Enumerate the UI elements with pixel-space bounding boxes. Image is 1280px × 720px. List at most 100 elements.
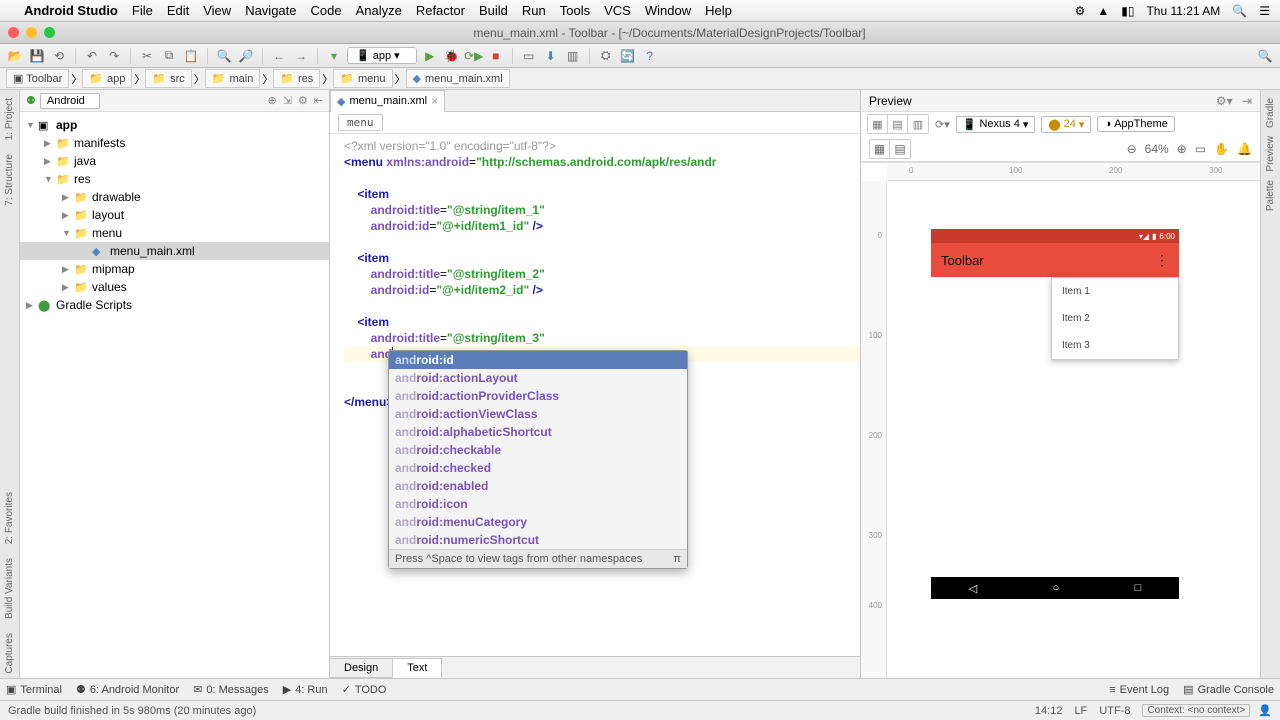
editor-mode-tab-text[interactable]: Text [392, 658, 442, 678]
zoom-window-button[interactable] [44, 27, 55, 38]
editor-tab[interactable]: ◆ menu_main.xml × [330, 90, 445, 112]
tree-node-manifests[interactable]: ▶📁 manifests [20, 134, 329, 152]
zoom-in-icon[interactable]: ⊕ [1177, 142, 1187, 156]
breadcrumb-res[interactable]: 📁 res [273, 69, 320, 88]
bottom-tool-Event Log[interactable]: ≡Event Log [1109, 684, 1169, 696]
settings-icon[interactable]: ⚙ [298, 94, 308, 107]
bottom-tool-TODO[interactable]: ✓TODO [342, 683, 387, 696]
tool-window-2: Favorites[interactable]: 2: Favorites [4, 488, 15, 548]
bottom-tool-0: Messages[interactable]: ✉0: Messages [193, 683, 269, 696]
autocomplete-item[interactable]: android:checkable [389, 441, 687, 459]
pan-icon[interactable]: ✋ [1214, 142, 1229, 156]
autocomplete-item[interactable]: android:id [389, 351, 687, 369]
blueprint-surface-icon[interactable]: ▤ [888, 115, 908, 133]
mac-menu-file[interactable]: File [132, 3, 153, 18]
close-tab-icon[interactable]: × [431, 94, 438, 108]
breadcrumb-menu[interactable]: 📁 menu [333, 69, 392, 88]
device-selector[interactable]: 📱 Nexus 4 ▾ [956, 116, 1036, 133]
api-selector[interactable]: ⬤ 24 ▾ [1041, 116, 1091, 133]
tool-window-Captures[interactable]: Captures [4, 629, 15, 678]
run-configuration-select[interactable]: 📱 app ▾ [347, 47, 417, 64]
tree-node-values[interactable]: ▶📁 values [20, 278, 329, 296]
preview-canvas[interactable]: 0100200300 0100200300400 ▾◢ ▮ 6:00 Toolb… [861, 163, 1260, 678]
save-icon[interactable]: 💾 [28, 47, 46, 65]
tree-node-Gradle Scripts[interactable]: ▶⬤ Gradle Scripts [20, 296, 329, 314]
breadcrumb-app[interactable]: 📁 app [82, 69, 132, 88]
inspection-indicator-icon[interactable]: 👤 [1258, 704, 1272, 717]
breadcrumb-Toolbar[interactable]: ▣ Toolbar [6, 69, 69, 88]
close-window-button[interactable] [8, 27, 19, 38]
code-editor[interactable]: <?xml version="1.0" encoding="utf-8"?><m… [330, 134, 860, 656]
line-separator[interactable]: LF [1074, 705, 1087, 717]
mac-menu-analyze[interactable]: Analyze [356, 3, 402, 18]
spotlight-icon[interactable]: 🔍 [1232, 4, 1247, 18]
project-tree[interactable]: ▼▣ app ▶📁 manifests ▶📁 java ▼📁 res ▶📁 dr… [20, 112, 329, 318]
paste-icon[interactable]: 📋 [182, 47, 200, 65]
tool-window-1: Project[interactable]: 1: Project [4, 94, 15, 144]
debug-icon[interactable]: 🐞 [443, 47, 461, 65]
mac-menu-edit[interactable]: Edit [167, 3, 189, 18]
tree-node-java[interactable]: ▶📁 java [20, 152, 329, 170]
wifi-icon[interactable]: ▲ [1097, 4, 1109, 18]
tree-node-mipmap[interactable]: ▶📁 mipmap [20, 260, 329, 278]
mac-menu-help[interactable]: Help [705, 3, 732, 18]
caret-position[interactable]: 14:12 [1035, 705, 1063, 717]
project-structure-icon[interactable]: ⛭ [597, 47, 615, 65]
minimize-window-button[interactable] [26, 27, 37, 38]
zoom-out-icon[interactable]: ⊖ [1127, 142, 1137, 156]
project-view-selector[interactable]: Android [40, 93, 100, 109]
mac-menu-refactor[interactable]: Refactor [416, 3, 465, 18]
zoom-fit-icon[interactable]: ▭ [1195, 142, 1206, 156]
design-surface-icon[interactable]: ▦ [868, 115, 888, 133]
mac-menu-vcs[interactable]: VCS [604, 3, 631, 18]
tool-window-Palette[interactable]: Palette [1265, 176, 1276, 215]
editor-breadcrumb-tag[interactable]: menu [338, 114, 383, 131]
undo-icon[interactable]: ↶ [83, 47, 101, 65]
run-icon[interactable]: ▶ [421, 47, 439, 65]
search-everywhere-icon[interactable]: 🔍 [1256, 47, 1274, 65]
mac-menu-window[interactable]: Window [645, 3, 691, 18]
file-encoding[interactable]: UTF-8 [1099, 705, 1130, 717]
hide-preview-icon[interactable]: ⇥ [1242, 94, 1252, 108]
bottom-tool-Gradle Console[interactable]: ▤Gradle Console [1183, 683, 1274, 696]
tree-node-res[interactable]: ▼📁 res [20, 170, 329, 188]
sync-icon[interactable]: ⟲ [50, 47, 68, 65]
tool-window-Preview[interactable]: Preview [1265, 132, 1276, 176]
bottom-tool-4: Run[interactable]: ▶4: Run [283, 683, 328, 696]
autocomplete-item[interactable]: android:alphabeticShortcut [389, 423, 687, 441]
menubar-clock[interactable]: Thu 11:21 AM [1146, 4, 1220, 18]
avd-manager-icon[interactable]: ▭ [520, 47, 538, 65]
orientation-icon[interactable]: ⟳▾ [935, 118, 950, 131]
autocomplete-item[interactable]: android:actionProviderClass [389, 387, 687, 405]
autocomplete-item[interactable]: android:actionViewClass [389, 405, 687, 423]
app-name-menu[interactable]: Android Studio [24, 3, 118, 18]
forward-icon[interactable]: → [292, 47, 310, 65]
tree-node-layout[interactable]: ▶📁 layout [20, 206, 329, 224]
mac-menu-code[interactable]: Code [311, 3, 342, 18]
language-icon[interactable]: ▦ [870, 140, 890, 158]
tree-node-menu_main.xml[interactable]: ◆ menu_main.xml [20, 242, 329, 260]
help-icon[interactable]: ? [641, 47, 659, 65]
mac-menu-view[interactable]: View [203, 3, 231, 18]
tree-node-drawable[interactable]: ▶📁 drawable [20, 188, 329, 206]
apply-changes-icon[interactable]: ⟳▶ [465, 47, 483, 65]
mac-menu-build[interactable]: Build [479, 3, 508, 18]
context-indicator[interactable]: Context: <no context> [1142, 704, 1250, 717]
breadcrumb-main[interactable]: 📁 main [205, 69, 261, 88]
autocomplete-item[interactable]: android:menuCategory [389, 513, 687, 531]
preview-settings-icon[interactable]: ⚙▾ [1216, 94, 1233, 108]
sdk-manager-icon[interactable]: ⬇ [542, 47, 560, 65]
cut-icon[interactable]: ✂ [138, 47, 156, 65]
hide-panel-icon[interactable]: ⇤ [314, 94, 323, 107]
notifications-icon[interactable]: 🔔 [1237, 142, 1252, 156]
stop-icon[interactable]: ■ [487, 47, 505, 65]
autocomplete-item[interactable]: android:enabled [389, 477, 687, 495]
tools-icon[interactable]: ⚙ [1075, 4, 1086, 18]
tool-window-Build Variants[interactable]: Build Variants [4, 554, 15, 623]
sync-gradle-icon[interactable]: 🔄 [619, 47, 637, 65]
redo-icon[interactable]: ↷ [105, 47, 123, 65]
back-icon[interactable]: ← [270, 47, 288, 65]
make-project-icon[interactable]: ▾ [325, 47, 343, 65]
collapse-all-icon[interactable]: ⇲ [283, 94, 292, 107]
device-monitor-icon[interactable]: ▥ [564, 47, 582, 65]
